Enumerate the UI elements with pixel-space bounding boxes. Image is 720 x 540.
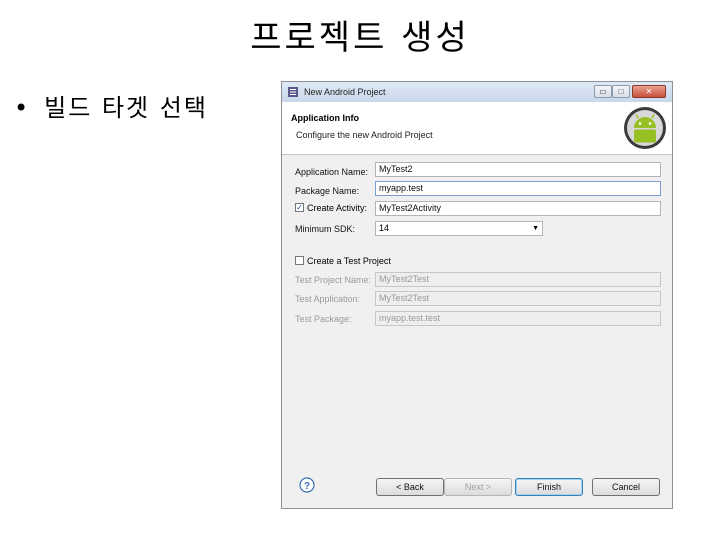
close-button[interactable]: ✕ [632,85,666,98]
maximize-button[interactable]: □ [612,85,630,98]
cancel-button[interactable]: Cancel [592,478,660,496]
bullet-dot: • [14,94,31,122]
wizard-page-title: Application Info [291,113,359,123]
application-name-input[interactable]: MyTest2 [375,162,661,177]
bullet-text: 빌드 타겟 선택 [44,94,208,122]
android-logo-icon [624,107,666,149]
package-name-input[interactable]: myapp.test [375,181,661,196]
create-activity-label: Create Activity: [307,203,368,213]
minimize-button[interactable]: ▭ [594,85,612,98]
dialog-title: New Android Project [304,87,386,97]
wizard-header: Application Info Configure the new Andro… [282,102,672,155]
chevron-down-icon: ▼ [532,225,539,232]
test-application-label: Test Application: [295,294,361,304]
create-test-project-checkbox[interactable] [295,256,304,265]
test-project-name-input[interactable]: MyTest2Test [375,272,661,287]
activity-name-input[interactable]: MyTest2Activity [375,201,661,216]
new-android-project-dialog: New Android Project ▭ □ ✕ Application In… [281,81,673,509]
create-test-project-label: Create a Test Project [307,256,391,266]
dialog-titlebar[interactable]: New Android Project ▭ □ ✕ [282,82,672,103]
test-project-name-label: Test Project Name: [295,275,372,285]
svg-text:?: ? [304,481,310,492]
test-package-label: Test Package: [295,314,352,324]
application-name-label: Application Name: [295,167,369,177]
help-icon[interactable]: ? [299,477,315,493]
next-button[interactable]: Next > [444,478,512,496]
minimum-sdk-value: 14 [379,223,390,233]
wizard-page-description: Configure the new Android Project [296,130,433,140]
package-name-label: Package Name: [295,186,360,196]
back-button[interactable]: < Back [376,478,444,496]
bullet-item: • 빌드 타겟 선택 [14,88,208,123]
test-application-input[interactable]: MyTest2Test [375,291,661,306]
slide-title: 프로젝트 생성 [250,18,470,58]
eclipse-app-icon [288,87,298,97]
test-package-input[interactable]: myapp.test.test [375,311,661,326]
minimum-sdk-select[interactable]: 14 ▼ [375,221,543,236]
finish-button[interactable]: Finish [515,478,583,496]
create-activity-checkbox[interactable]: ✓ [295,203,304,212]
minimum-sdk-label: Minimum SDK: [295,224,356,234]
